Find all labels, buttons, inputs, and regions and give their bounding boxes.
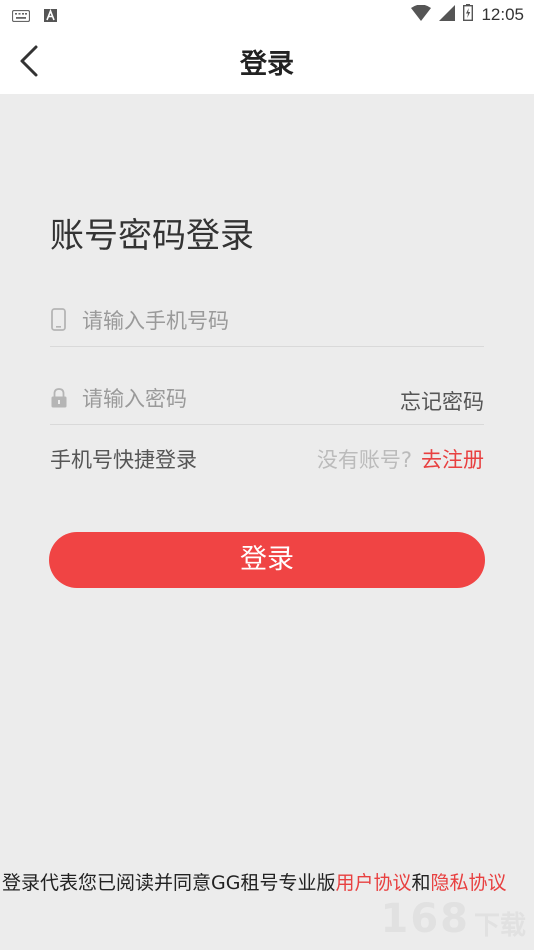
status-bar: 12:05 <box>0 0 534 28</box>
watermark-logo: 168 下载 <box>380 896 526 942</box>
lock-icon <box>50 386 68 410</box>
forgot-password-link[interactable]: 忘记密码 <box>400 386 484 416</box>
login-options-row: 手机号快捷登录 没有账号? 去注册 <box>50 444 484 474</box>
battery-icon <box>463 4 474 25</box>
password-field: 忘记密码 <box>50 374 484 425</box>
page-title: 登录 <box>240 49 294 80</box>
login-heading: 账号密码登录 <box>50 216 254 256</box>
watermark-text: 下载 <box>473 911 526 941</box>
user-agreement-link[interactable]: 用户协议 <box>335 872 411 894</box>
register-link[interactable]: 去注册 <box>421 444 484 474</box>
password-input[interactable] <box>82 382 382 416</box>
agreement-and: 和 <box>411 872 431 894</box>
a-notification-icon <box>44 7 57 26</box>
watermark-number: 168 <box>380 896 470 942</box>
phone-input[interactable] <box>82 304 382 338</box>
no-account-label: 没有账号? <box>316 448 412 472</box>
agreement-text: 登录代表您已阅读并同意GG租号专业版用户协议和隐私协议 <box>2 871 534 895</box>
wifi-icon <box>411 4 432 25</box>
status-time: 12:05 <box>481 4 524 24</box>
signal-icon <box>439 4 456 25</box>
phone-field <box>50 296 484 347</box>
login-button[interactable]: 登录 <box>49 532 485 588</box>
phone-icon <box>50 308 68 332</box>
privacy-policy-link[interactable]: 隐私协议 <box>430 872 506 894</box>
app-header: 登录 <box>0 28 534 94</box>
keyboard-icon <box>11 7 31 26</box>
agreement-prefix: 登录代表您已阅读并同意GG租号专业版 <box>2 872 336 894</box>
quick-login-link[interactable]: 手机号快捷登录 <box>50 444 197 474</box>
